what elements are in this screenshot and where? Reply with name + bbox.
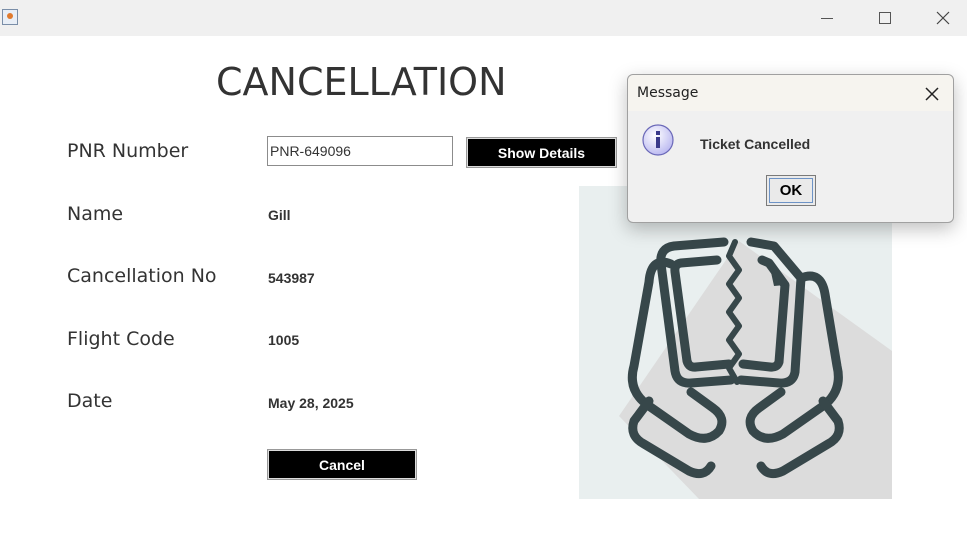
close-icon <box>936 11 950 25</box>
dialog-message: Ticket Cancelled <box>700 136 811 152</box>
close-icon <box>925 87 939 101</box>
date-value: May 28, 2025 <box>268 395 354 411</box>
cancellation-no-value: 543987 <box>268 270 315 286</box>
info-icon <box>642 124 674 156</box>
date-label: Date <box>67 390 113 412</box>
close-window-button[interactable] <box>914 0 967 36</box>
pnr-label: PNR Number <box>67 140 189 162</box>
ticket-cancel-illustration <box>579 186 892 499</box>
java-app-icon <box>2 9 18 25</box>
cancel-button[interactable]: Cancel <box>267 449 417 480</box>
ok-button-label: OK <box>779 182 803 199</box>
page-title: CANCELLATION <box>216 60 507 104</box>
ok-button[interactable]: OK <box>766 175 816 206</box>
maximize-icon <box>879 12 891 24</box>
maximize-button[interactable] <box>856 0 914 36</box>
dialog-title: Message <box>637 85 699 101</box>
dialog-close-button[interactable] <box>921 83 943 105</box>
flight-code-value: 1005 <box>268 332 300 348</box>
name-value: Gill <box>268 207 291 223</box>
message-dialog: Message Ticket Cancelled OK <box>627 74 954 223</box>
show-details-button[interactable]: Show Details <box>466 137 617 168</box>
flight-code-label: Flight Code <box>67 328 175 350</box>
minimize-icon <box>821 17 833 19</box>
name-label: Name <box>67 203 124 225</box>
dialog-titlebar: Message <box>628 75 953 111</box>
pnr-input[interactable] <box>267 136 453 166</box>
cancellation-no-label: Cancellation No <box>67 265 217 287</box>
torn-ticket-hands-icon <box>579 186 892 499</box>
window-titlebar <box>0 0 967 36</box>
minimize-button[interactable] <box>798 0 856 36</box>
